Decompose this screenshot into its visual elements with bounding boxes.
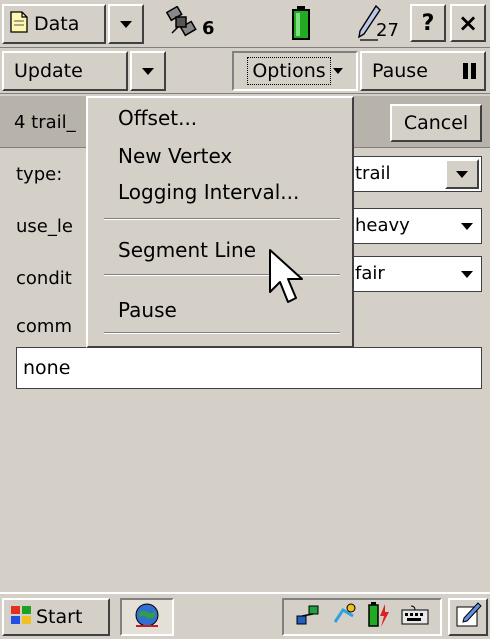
menu-item-pause[interactable]: Pause xyxy=(118,298,177,322)
comment-input[interactable]: none xyxy=(16,347,482,389)
pen-count: 27 xyxy=(376,20,399,41)
chevron-down-icon xyxy=(461,271,473,278)
close-button[interactable]: × xyxy=(450,4,486,42)
condition-select[interactable]: fair xyxy=(346,256,482,292)
type-dropdown-button[interactable] xyxy=(445,159,479,189)
satellite-status[interactable]: 6 xyxy=(164,5,244,44)
cancel-label: Cancel xyxy=(403,112,469,134)
chevron-down-icon xyxy=(461,223,473,230)
menu-item-new-vertex[interactable]: New Vertex xyxy=(118,144,232,168)
help-button[interactable]: ? xyxy=(410,4,446,42)
options-label: Options xyxy=(247,57,331,85)
field-label-comment: comm xyxy=(16,316,72,337)
top-bar: Data 6 27 ? × xyxy=(0,0,490,48)
type-value: trail xyxy=(355,163,391,184)
satellite-count: 6 xyxy=(202,18,215,39)
globe-app-icon xyxy=(133,601,161,634)
chevron-down-icon xyxy=(142,67,154,75)
network-icon[interactable] xyxy=(295,602,321,632)
battery-status[interactable] xyxy=(292,6,312,42)
cancel-button[interactable]: Cancel xyxy=(390,104,482,142)
start-label: Start xyxy=(36,606,83,628)
taskbar: Start xyxy=(0,592,490,639)
field-label-use-level: use_le xyxy=(16,216,73,237)
battery-icon xyxy=(292,6,310,44)
use-level-select[interactable]: heavy xyxy=(346,208,482,244)
pause-icon xyxy=(463,63,476,79)
options-button[interactable]: Options xyxy=(232,51,358,91)
chevron-down-icon xyxy=(332,68,343,74)
notepad-pen-icon xyxy=(454,601,482,634)
keyboard-icon[interactable] xyxy=(401,604,429,630)
menu-item-offset[interactable]: Offset... xyxy=(118,106,197,130)
chevron-down-icon xyxy=(120,20,132,28)
pause-button[interactable]: Pause xyxy=(360,51,486,91)
field-label-type: type: xyxy=(16,164,63,185)
system-tray xyxy=(282,598,442,636)
feature-label: 4 trail_ xyxy=(14,112,76,133)
connection-icon[interactable] xyxy=(331,602,357,632)
action-toolbar: Update Options Pause xyxy=(0,48,490,94)
condition-value: fair xyxy=(355,263,385,284)
document-icon xyxy=(10,10,28,38)
field-label-condition: condit xyxy=(16,268,72,289)
menu-separator xyxy=(104,332,340,334)
type-select[interactable]: trail xyxy=(346,156,482,192)
mouse-pointer-icon xyxy=(268,248,312,312)
menu-item-segment-line[interactable]: Segment Line xyxy=(118,238,256,262)
update-label: Update xyxy=(14,60,83,82)
data-dropdown-arrow[interactable] xyxy=(108,4,144,44)
data-button-label: Data xyxy=(34,13,80,35)
battery-charging-icon[interactable] xyxy=(367,602,391,632)
menu-item-logging-interval[interactable]: Logging Interval... xyxy=(118,180,299,204)
use-level-value: heavy xyxy=(355,215,410,236)
satellite-icon xyxy=(164,5,200,44)
notes-button[interactable] xyxy=(448,598,488,636)
help-label: ? xyxy=(421,10,435,36)
data-button[interactable]: Data xyxy=(2,4,106,44)
update-dropdown-arrow[interactable] xyxy=(130,51,166,91)
pause-label: Pause xyxy=(372,60,428,82)
taskbar-app-button[interactable] xyxy=(120,598,174,636)
pen-status[interactable]: 27 xyxy=(356,4,406,44)
menu-separator xyxy=(104,218,340,220)
chevron-down-icon xyxy=(456,170,468,178)
options-menu: Offset... New Vertex Logging Interval...… xyxy=(86,96,354,348)
close-icon: × xyxy=(457,9,479,37)
update-button[interactable]: Update xyxy=(2,51,128,91)
windows-logo-icon xyxy=(10,605,32,630)
start-button[interactable]: Start xyxy=(2,598,110,636)
